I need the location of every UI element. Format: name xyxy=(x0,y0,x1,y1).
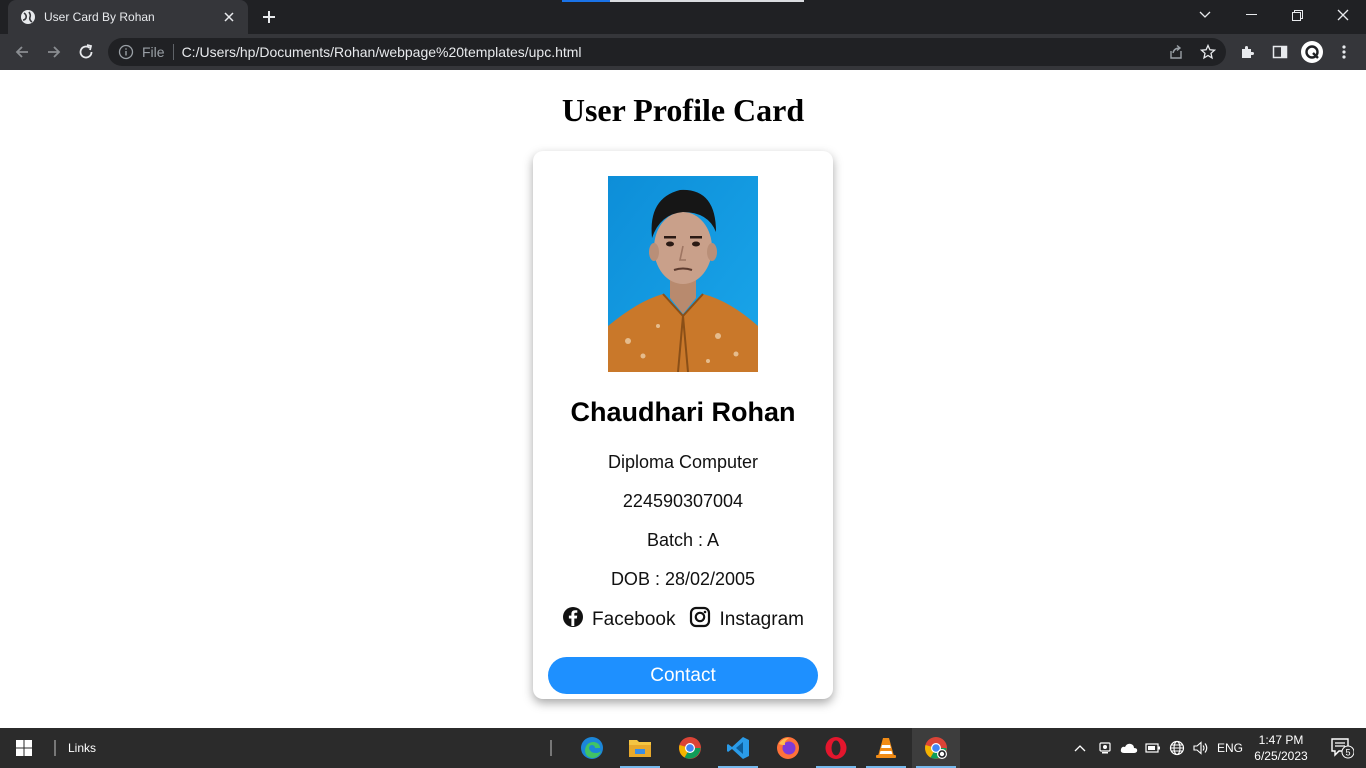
file-explorer-icon[interactable] xyxy=(616,728,664,768)
taskbar-clock[interactable]: 1:47 PM 6/25/2023 xyxy=(1248,732,1314,764)
social-links: Facebook Instagram xyxy=(533,606,833,631)
side-panel-icon[interactable] xyxy=(1266,38,1294,66)
enrollment-number: 224590307004 xyxy=(622,491,744,511)
loading-indicator xyxy=(562,0,610,2)
info-icon[interactable] xyxy=(118,44,134,60)
windows-taskbar: Links ENG 1:47 PM 6/25/2023 5 xyxy=(0,728,1366,768)
minimize-button[interactable] xyxy=(1228,0,1274,30)
url-text[interactable]: C:/Users/hp/Documents/Rohan/webpage%20te… xyxy=(182,44,582,60)
tab-title: User Card By Rohan xyxy=(44,10,155,24)
facebook-label: Facebook xyxy=(592,609,676,630)
dob-text: DOB : 28/02/2005 xyxy=(610,569,756,589)
profile-avatar[interactable] xyxy=(1298,38,1326,66)
instagram-icon xyxy=(689,606,711,628)
links-toolbar-label[interactable]: Links xyxy=(68,741,96,755)
network-globe-icon[interactable] xyxy=(1166,728,1188,768)
extensions-puzzle-icon[interactable] xyxy=(1234,38,1262,66)
share-icon[interactable] xyxy=(1164,40,1188,64)
restore-button[interactable] xyxy=(1274,0,1320,30)
loading-track xyxy=(610,0,804,2)
instagram-label: Instagram xyxy=(719,609,804,630)
volume-speaker-icon[interactable] xyxy=(1190,728,1212,768)
input-language[interactable]: ENG xyxy=(1214,728,1246,768)
onedrive-cloud-icon[interactable] xyxy=(1118,728,1140,768)
vlc-icon[interactable] xyxy=(862,728,910,768)
profile-card: Chaudhari Rohan Diploma Computer 2245903… xyxy=(533,151,833,699)
close-tab-icon[interactable] xyxy=(220,8,238,26)
page-title: User Profile Card xyxy=(561,92,805,128)
bookmark-star-icon[interactable] xyxy=(1196,40,1220,64)
tab-search-chevron-icon[interactable] xyxy=(1182,0,1228,30)
edge-icon[interactable] xyxy=(568,728,616,768)
vscode-icon[interactable] xyxy=(714,728,762,768)
back-button[interactable] xyxy=(8,38,36,66)
action-center-notification-icon[interactable]: 5 xyxy=(1322,728,1362,768)
batch-text: Batch : A xyxy=(646,530,720,550)
new-tab-button[interactable] xyxy=(259,7,279,27)
browser-tab-strip: User Card By Rohan xyxy=(0,0,1366,34)
close-window-button[interactable] xyxy=(1320,0,1366,30)
opera-icon[interactable] xyxy=(812,728,860,768)
address-divider xyxy=(172,44,174,60)
profile-photo xyxy=(608,176,758,372)
webcam-icon[interactable] xyxy=(1095,728,1115,768)
chrome-active-icon[interactable] xyxy=(912,728,960,768)
profile-name: Chaudhari Rohan xyxy=(570,397,796,427)
clock-date: 6/25/2023 xyxy=(1254,749,1308,763)
course-text: Diploma Computer xyxy=(607,452,759,472)
clock-time: 1:47 PM xyxy=(1258,733,1304,747)
contact-button[interactable]: Contact xyxy=(548,657,818,694)
forward-button[interactable] xyxy=(40,38,68,66)
windows-start-icon[interactable] xyxy=(0,728,48,768)
toolbar-grip[interactable] xyxy=(54,740,56,756)
reload-button[interactable] xyxy=(72,38,100,66)
browser-toolbar: File C:/Users/hp/Documents/Rohan/webpage… xyxy=(0,34,1366,70)
toolbar-grip[interactable] xyxy=(550,740,552,756)
globe-icon xyxy=(20,9,36,25)
instagram-link[interactable]: Instagram xyxy=(689,606,804,631)
chrome-icon[interactable] xyxy=(666,728,714,768)
web-page: User Profile Card Chaudhari Rohan Diplom… xyxy=(0,70,1366,728)
facebook-icon xyxy=(562,606,584,628)
notification-count: 5 xyxy=(1345,748,1350,758)
kebab-menu-icon[interactable] xyxy=(1330,38,1358,66)
address-bar[interactable]: File C:/Users/hp/Documents/Rohan/webpage… xyxy=(108,38,1226,66)
show-hidden-icons-chevron-icon[interactable] xyxy=(1070,728,1090,768)
battery-charging-icon[interactable] xyxy=(1143,728,1163,768)
facebook-link[interactable]: Facebook xyxy=(562,606,676,631)
browser-tab[interactable]: User Card By Rohan xyxy=(8,0,248,34)
firefox-icon[interactable] xyxy=(764,728,812,768)
file-scheme-label: File xyxy=(142,44,165,60)
